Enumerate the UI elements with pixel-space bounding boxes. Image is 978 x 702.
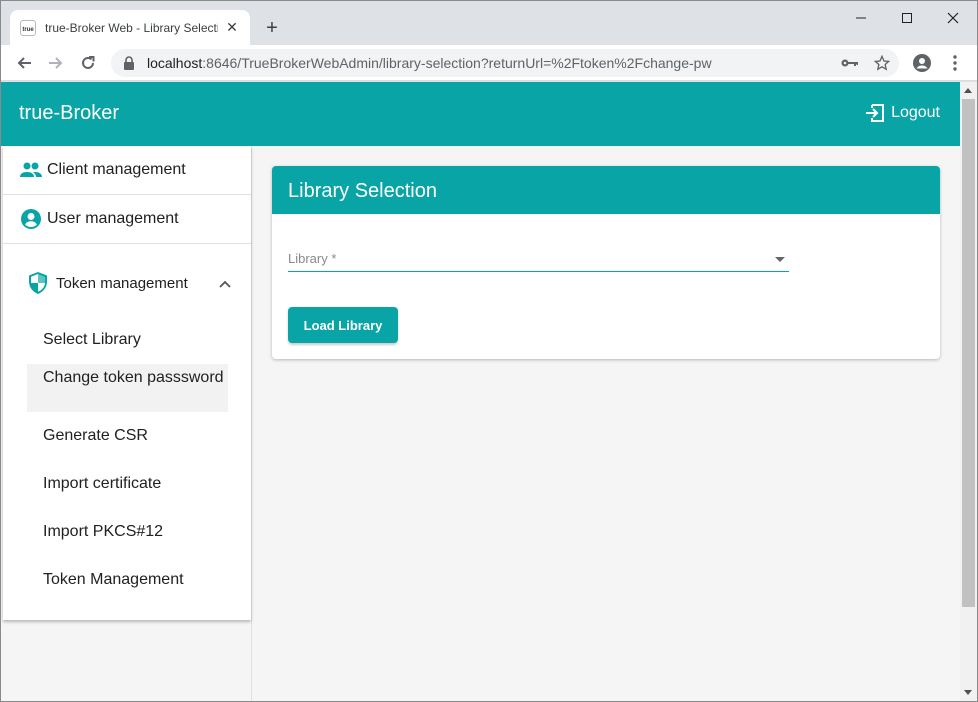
sidebar-subitem-change-token-password[interactable]: Change token passsword	[27, 364, 228, 412]
app-viewport: true-Broker Logout Client management Use…	[1, 82, 960, 701]
forward-arrow-icon[interactable]	[43, 50, 69, 76]
app-header: true-Broker Logout	[1, 82, 960, 146]
sidebar-subitem-token-management[interactable]: Token Management	[27, 570, 228, 590]
url-path: :8646/TrueBrokerWebAdmin/library-selecti…	[202, 55, 712, 71]
reload-icon[interactable]	[75, 50, 101, 76]
sidebar-subitem-generate-csr[interactable]: Generate CSR	[27, 426, 228, 446]
sidebar-subitem-import-certificate[interactable]: Import certificate	[27, 474, 228, 494]
star-icon[interactable]	[873, 55, 891, 71]
sidebar-item-label: User management	[47, 210, 179, 227]
chevron-up-icon[interactable]	[219, 275, 231, 292]
url-text: localhost:8646/TrueBrokerWebAdmin/librar…	[147, 55, 712, 71]
load-library-button[interactable]: Load Library	[288, 307, 398, 343]
browser-window: true true-Broker Web - Library Selection…	[0, 0, 978, 702]
people-icon	[19, 158, 43, 182]
lock-icon	[123, 56, 135, 70]
new-tab-button[interactable]: +	[260, 16, 284, 40]
address-bar[interactable]: localhost:8646/TrueBrokerWebAdmin/librar…	[111, 49, 899, 77]
sidebar-item-label: Client management	[47, 161, 186, 178]
scroll-down-icon[interactable]	[964, 690, 972, 695]
shield-icon	[27, 271, 49, 295]
browser-toolbar: localhost:8646/TrueBrokerWebAdmin/librar…	[1, 45, 977, 81]
page-scrollbar[interactable]	[960, 82, 977, 701]
url-host: localhost	[147, 55, 203, 71]
key-icon[interactable]	[841, 55, 859, 71]
sidebar-item-token-management[interactable]: Token management	[3, 258, 251, 308]
logout-icon	[866, 104, 885, 122]
card-title: Library Selection	[272, 166, 940, 214]
library-selection-card: Library Selection Library * Load Library	[272, 166, 940, 359]
tab-strip: true true-Broker Web - Library Selection…	[1, 1, 977, 45]
sidebar-empty-area	[1, 620, 251, 701]
account-circle-icon	[19, 207, 43, 231]
sidebar-item-client-management[interactable]: Client management	[3, 146, 251, 195]
logout-label: Logout	[891, 104, 940, 121]
maximize-icon[interactable]	[884, 5, 930, 31]
sidebar-divider	[251, 146, 252, 701]
scroll-up-icon[interactable]	[964, 88, 972, 93]
favicon-icon: true	[20, 19, 36, 36]
sidebar-item-user-management[interactable]: User management	[3, 195, 251, 244]
window-close-icon[interactable]	[930, 5, 976, 31]
minimize-icon[interactable]	[838, 5, 884, 31]
logout-button[interactable]: Logout	[865, 104, 940, 122]
profile-icon[interactable]	[909, 50, 935, 76]
menu-dots-icon[interactable]	[942, 50, 968, 76]
scrollbar-thumb[interactable]	[962, 99, 975, 607]
library-field-label: Library *	[288, 251, 337, 266]
sidebar-group-label: Token management	[56, 274, 188, 292]
close-tab-icon[interactable]: ✕	[224, 19, 240, 36]
sidebar-subitem-select-library[interactable]: Select Library	[27, 330, 228, 350]
browser-tab[interactable]: true true-Broker Web - Library Selection…	[10, 10, 250, 45]
dropdown-arrow-icon	[775, 257, 785, 262]
sidebar: Client management User management Token …	[3, 146, 251, 620]
brand-title: true-Broker	[19, 102, 120, 124]
sidebar-subitem-import-pkcs12[interactable]: Import PKCS#12	[27, 522, 228, 542]
back-arrow-icon[interactable]	[11, 50, 37, 76]
library-select[interactable]: Library *	[288, 248, 789, 272]
tab-title: true-Broker Web - Library Selection	[45, 20, 218, 35]
